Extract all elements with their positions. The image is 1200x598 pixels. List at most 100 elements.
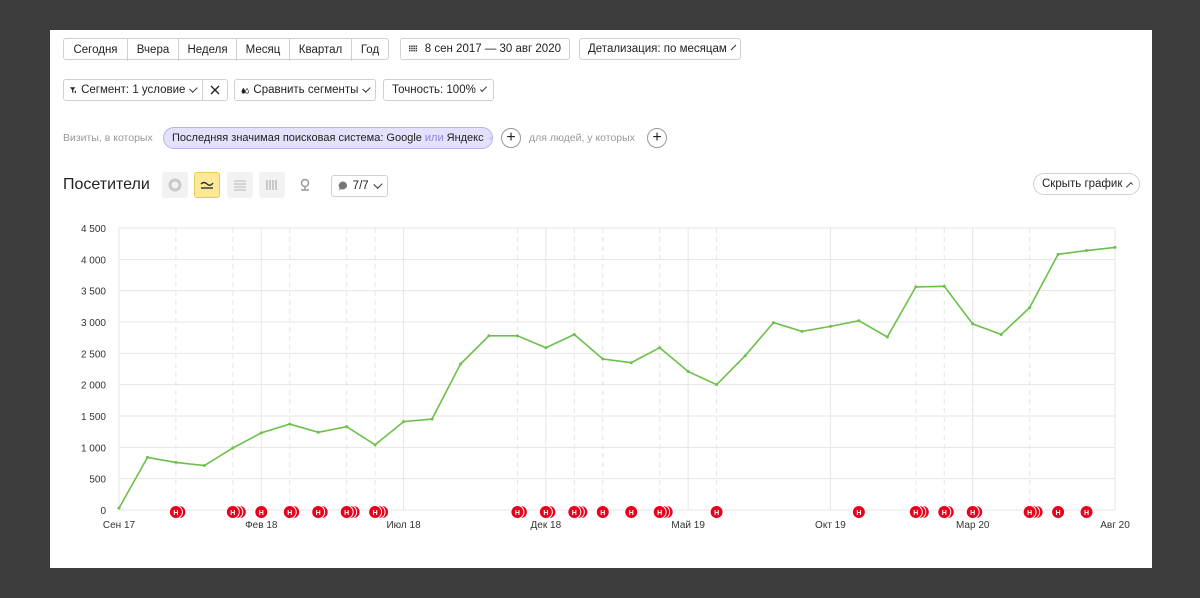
comment-icon [338, 181, 348, 191]
x-tick-label: Сен 17 [103, 520, 136, 531]
notes-dropdown[interactable]: 7/7 [331, 175, 388, 197]
remove-chip-icon[interactable] [488, 134, 492, 143]
svg-text:Н: Н [970, 510, 975, 517]
note-marker[interactable]: Н [937, 505, 952, 519]
note-marker[interactable]: Н [538, 505, 553, 519]
data-point [772, 321, 776, 325]
note-marker[interactable]: Н [254, 505, 269, 519]
note-marker[interactable]: Н [965, 505, 980, 519]
data-point [430, 417, 434, 421]
pie-chart-icon [168, 178, 182, 192]
detail-dropdown[interactable]: Детализация: по месяцам [579, 38, 741, 60]
note-marker[interactable]: Н [567, 505, 582, 519]
segment-dropdown[interactable]: Сегмент: 1 условие [63, 79, 203, 101]
data-point [145, 455, 149, 459]
view-pie-button[interactable] [162, 172, 188, 198]
y-tick-label: 4 500 [81, 224, 106, 235]
segment-condition-chip[interactable]: Последняя значимая поисковая система: Go… [163, 127, 493, 149]
note-marker[interactable]: Н [1022, 505, 1037, 519]
area-chart-icon [234, 180, 246, 191]
note-marker[interactable]: Н [282, 505, 297, 519]
svg-text:Н: Н [259, 510, 264, 517]
accuracy-dropdown[interactable]: Точность: 100% [383, 79, 494, 101]
note-marker[interactable]: Н [368, 505, 383, 519]
period-quarter-button[interactable]: Квартал [290, 39, 352, 61]
data-point [715, 383, 719, 387]
chevron-down-icon [373, 179, 383, 189]
visitors-line-chart: 0 500 1 000 1 500 2 000 2 500 3 000 3 500 4 000 4… [81, 224, 1130, 531]
note-marker[interactable]: Н [624, 505, 639, 519]
y-tick-label: 4 000 [81, 255, 106, 266]
data-point [971, 322, 975, 326]
visits-condition-label: Визиты, в которых [63, 132, 153, 144]
add-people-condition-button[interactable]: + [647, 128, 667, 148]
compare-label: Сравнить сегменты [253, 84, 359, 96]
data-point [515, 334, 519, 338]
notes-count: 7/7 [352, 180, 369, 192]
chevron-down-icon [189, 83, 198, 93]
people-condition-label: для людей, у которых [529, 132, 635, 144]
data-point [316, 430, 320, 434]
note-marker[interactable]: Н [709, 505, 724, 519]
period-week-button[interactable]: Неделя [179, 39, 237, 61]
data-point [800, 329, 804, 333]
view-area-button[interactable] [227, 172, 253, 198]
visitors-series-line [118, 246, 1116, 509]
data-point [544, 346, 548, 350]
accuracy-label: Точность: 100% [392, 84, 476, 96]
chart-title: Посетители [63, 176, 150, 193]
data-point [999, 333, 1003, 337]
svg-text:Н: Н [657, 510, 662, 517]
period-year-button[interactable]: Год [352, 39, 388, 61]
note-marker[interactable]: Н [595, 505, 610, 519]
x-tick-label: Окт 19 [815, 520, 846, 531]
compare-segments-dropdown[interactable]: Сравнить сегменты [234, 79, 376, 101]
data-point [402, 420, 406, 424]
view-bar-button[interactable] [259, 172, 285, 198]
note-marker[interactable]: Н [339, 505, 354, 519]
map-pin-icon [300, 178, 310, 191]
view-map-button[interactable] [292, 172, 318, 198]
note-marker[interactable]: Н [225, 505, 240, 519]
chevron-down-icon [479, 84, 488, 92]
view-line-button[interactable] [194, 172, 220, 198]
y-tick-label: 3 500 [81, 287, 106, 298]
note-marker[interactable]: Н [851, 505, 866, 519]
data-point [857, 319, 861, 323]
data-point [345, 425, 349, 429]
svg-text:Н: Н [942, 510, 947, 517]
date-range-button[interactable]: 8 сен 2017 — 30 авг 2020 [400, 38, 570, 60]
period-today-button[interactable]: Сегодня [64, 39, 128, 61]
svg-text:Н: Н [629, 510, 634, 517]
drops-icon [241, 87, 249, 94]
data-point [1085, 249, 1089, 253]
note-marker[interactable]: Н [652, 505, 667, 519]
data-point [174, 460, 178, 464]
chip-or-text: или [424, 132, 444, 144]
note-marker[interactable]: Н [908, 505, 923, 519]
data-point [259, 431, 263, 435]
x-tick-label: Дек 18 [531, 520, 562, 531]
data-point [117, 506, 121, 510]
note-marker[interactable]: Н [510, 505, 525, 519]
note-marker[interactable]: Н [168, 505, 183, 519]
note-marker[interactable]: Н [1079, 505, 1094, 519]
svg-text:Н: Н [714, 510, 719, 517]
x-tick-label: Авг 20 [1100, 520, 1130, 531]
clear-segment-button[interactable] [202, 79, 228, 101]
note-marker[interactable]: Н [311, 505, 326, 519]
svg-text:Н: Н [344, 510, 349, 517]
data-point [373, 443, 377, 447]
y-tick-label: 1 000 [81, 443, 106, 454]
period-yesterday-button[interactable]: Вчера [128, 39, 179, 61]
chevron-down-icon [730, 44, 737, 50]
period-month-button[interactable]: Месяц [237, 39, 290, 61]
svg-text:Н: Н [1056, 510, 1061, 517]
add-visit-condition-button[interactable]: + [501, 128, 521, 148]
filter-icon [70, 86, 76, 93]
data-point [658, 346, 662, 350]
date-range-label: 8 сен 2017 — 30 авг 2020 [424, 43, 561, 55]
line-chart-icon [200, 181, 214, 189]
note-marker[interactable]: Н [1051, 505, 1066, 519]
hide-chart-button[interactable]: Скрыть график [1033, 173, 1140, 195]
